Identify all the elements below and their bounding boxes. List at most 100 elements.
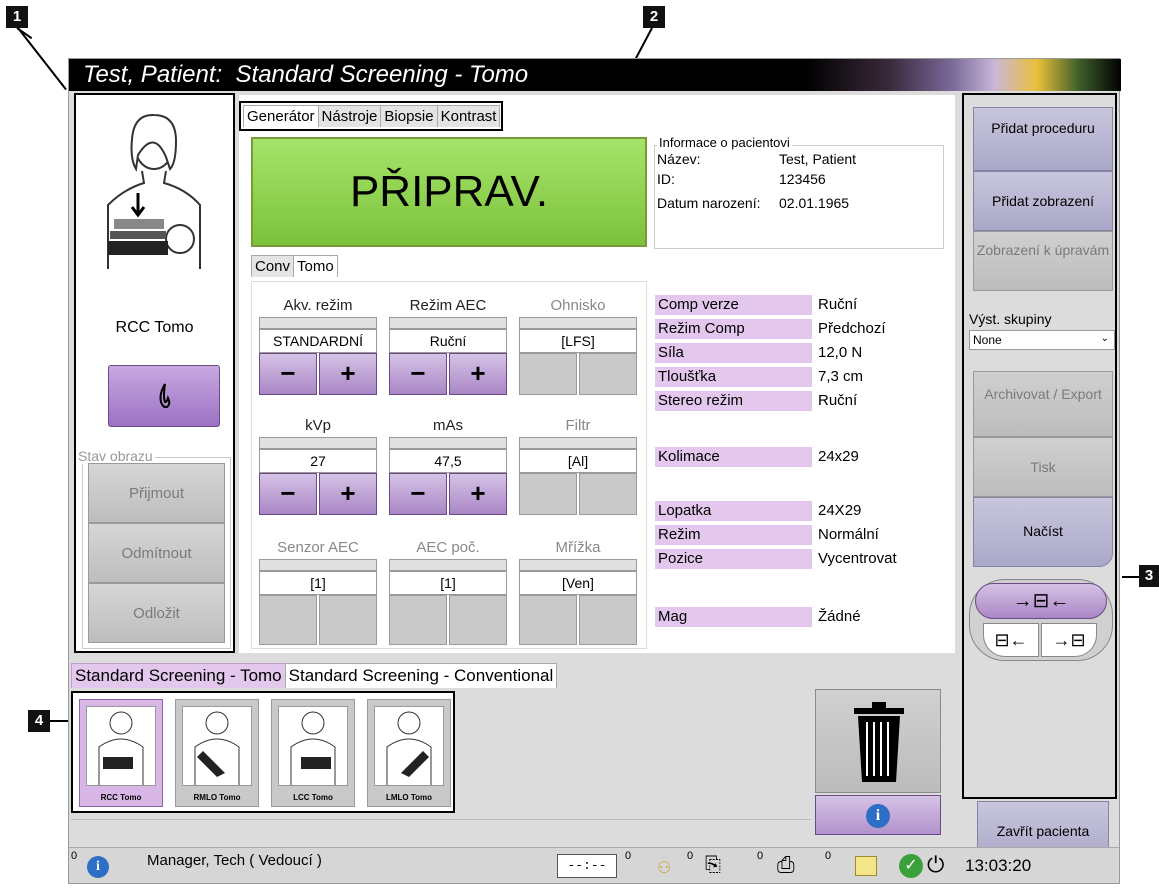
ready-text: PŘIPRAV. [349, 167, 549, 216]
delete-view-button[interactable] [815, 689, 941, 793]
aec-sensor-value: [1] [259, 571, 377, 595]
aec-sensor-label: Senzor AEC [277, 539, 359, 556]
grid-plus-button[interactable] [579, 595, 637, 645]
add-view-button[interactable]: Přidat zobrazení [973, 171, 1113, 231]
kvp-value: 27 [259, 449, 377, 473]
add-procedure-button[interactable]: Přidat proceduru [973, 107, 1113, 171]
kvp-control: 27 − + [259, 437, 377, 537]
focus-label: Ohnisko [550, 297, 606, 314]
filter-plus-button[interactable] [579, 473, 637, 515]
grid-control: [Ven] [519, 559, 637, 659]
focus-minus-button[interactable] [519, 353, 577, 395]
paddle-right-button[interactable]: →⊟ [1041, 623, 1097, 657]
tab-tools[interactable]: Nástroje [317, 105, 382, 127]
aec-count-plus-button[interactable] [449, 595, 507, 645]
focus-plus-button[interactable] [579, 353, 637, 395]
accept-button[interactable]: Přijmout [88, 463, 225, 523]
exposure-timer: --:-- [557, 854, 617, 878]
power-icon[interactable]: ⏻ [927, 852, 944, 878]
clock: 13:03:20 [965, 856, 1032, 875]
thumbnail-lmlo-tomo[interactable]: LMLO Tomo [367, 699, 451, 807]
paddle-left-icon: ⊟← [994, 630, 1028, 650]
grid-value: [Ven] [519, 571, 637, 595]
image-status-legend: Stav obrazu [76, 448, 155, 464]
callout-2: 2 [643, 6, 665, 28]
print-button[interactable]: Tisk [973, 437, 1113, 497]
thumbnail-label: RMLO Tomo [193, 793, 241, 802]
tab-generator[interactable]: Generátor [243, 105, 319, 127]
view-info-button[interactable]: i [815, 795, 941, 835]
patient-info-legend: Informace o pacientovi [657, 135, 792, 150]
thumbnail-rcc-tomo[interactable]: RCC Tomo [79, 699, 163, 807]
grid-minus-button[interactable] [519, 595, 577, 645]
aec-mode-plus-button[interactable]: + [449, 353, 507, 395]
aec-mode-minus-button[interactable]: − [389, 353, 447, 395]
retrieve-button[interactable]: Načíst [973, 497, 1113, 567]
view-label: RCC Tomo [115, 319, 194, 336]
filter-label: Filtr [565, 417, 591, 434]
tab-contrast[interactable]: Kontrast [436, 105, 501, 127]
thumbnail-lcc-tomo[interactable]: LCC Tomo [271, 699, 355, 807]
printer-count: 0 [825, 850, 832, 862]
pend-button[interactable]: Odložit [88, 583, 225, 643]
mas-plus-button[interactable]: + [449, 473, 507, 515]
aec-mode-label: Režim AEC [409, 297, 487, 314]
mas-label: mAs [433, 417, 463, 434]
filter-minus-button[interactable] [519, 473, 577, 515]
help-count: 0 [687, 850, 694, 862]
aec-mode-control: Ruční − + [389, 317, 507, 417]
mas-control: 47,5 − + [389, 437, 507, 537]
tab-bar: Generátor Nástroje Biopsie Kontrast [239, 101, 504, 131]
output-groups-label: Výst. skupiny [969, 311, 1052, 327]
lcc-thumbnail-icon [278, 706, 348, 786]
subtab-tomo[interactable]: Tomo [293, 255, 338, 277]
kvp-plus-button[interactable]: + [319, 473, 377, 515]
thumbnail-label: LMLO Tomo [385, 793, 433, 802]
window-title: Test, Patient: Standard Screening - Tomo [83, 61, 529, 88]
aec-sensor-control: [1] [259, 559, 377, 659]
kvp-label: kVp [305, 417, 331, 434]
thumbnail-rmlo-tomo[interactable]: RMLO Tomo [175, 699, 259, 807]
acq-mode-minus-button[interactable]: − [259, 353, 317, 395]
paddle-left-button[interactable]: ⊟← [983, 623, 1039, 657]
acq-mode-value: STANDARDNÍ [259, 329, 377, 353]
paddle-center-button[interactable]: →⊟← [975, 583, 1107, 619]
subtab-conv[interactable]: Conv [251, 255, 295, 277]
focus-value: [LFS] [519, 329, 637, 353]
aec-sensor-plus-button[interactable] [319, 595, 377, 645]
rmlo-thumbnail-icon [182, 706, 252, 786]
expose-button[interactable] [108, 365, 220, 427]
kvp-minus-button[interactable]: − [259, 473, 317, 515]
rcc-thumbnail-icon [86, 706, 156, 786]
focus-control: [LFS] [519, 317, 637, 417]
ready-indicator: PŘIPRAV. [251, 137, 647, 247]
bottom-strip [71, 819, 811, 841]
output-groups-select[interactable]: None ⌄ [969, 330, 1115, 350]
tab-procedure-tomo[interactable]: Standard Screening - Tomo [71, 663, 286, 688]
reject-button[interactable]: Odmítnout [88, 523, 225, 583]
chevron-down-icon: ⌄ [1100, 333, 1109, 344]
output-groups-value: None [973, 333, 1002, 347]
aec-count-control: [1] [389, 559, 507, 659]
callout-1-leader [17, 27, 67, 91]
edit-view-button[interactable]: Zobrazení k úpravám [973, 231, 1113, 291]
status-count: 0 [71, 850, 78, 862]
tab-procedure-conventional[interactable]: Standard Screening - Conventional [284, 663, 558, 688]
help-icon[interactable]: ⚇ [657, 858, 671, 878]
user-info-icon[interactable]: i [87, 856, 109, 878]
filter-control: [Al] [519, 437, 637, 537]
notes-icon[interactable] [855, 856, 877, 876]
printer-icon[interactable]: ⎙ [777, 852, 795, 878]
mas-minus-button[interactable]: − [389, 473, 447, 515]
patient-dob-label: Datum narození: [657, 195, 761, 211]
system-ok-icon[interactable]: ✓ [899, 854, 923, 878]
aec-sensor-minus-button[interactable] [259, 595, 317, 645]
acq-mode-plus-button[interactable]: + [319, 353, 377, 395]
generator-panel: Generátor Nástroje Biopsie Kontrast PŘIPRAV… [239, 95, 955, 653]
network-icon[interactable]: ⎘ [705, 854, 721, 877]
archive-export-button[interactable]: Archivovat / Export [973, 371, 1113, 437]
aec-count-value: [1] [389, 571, 507, 595]
aec-count-minus-button[interactable] [389, 595, 447, 645]
tab-biopsy[interactable]: Biopsie [380, 105, 438, 127]
lmlo-thumbnail-icon [374, 706, 444, 786]
